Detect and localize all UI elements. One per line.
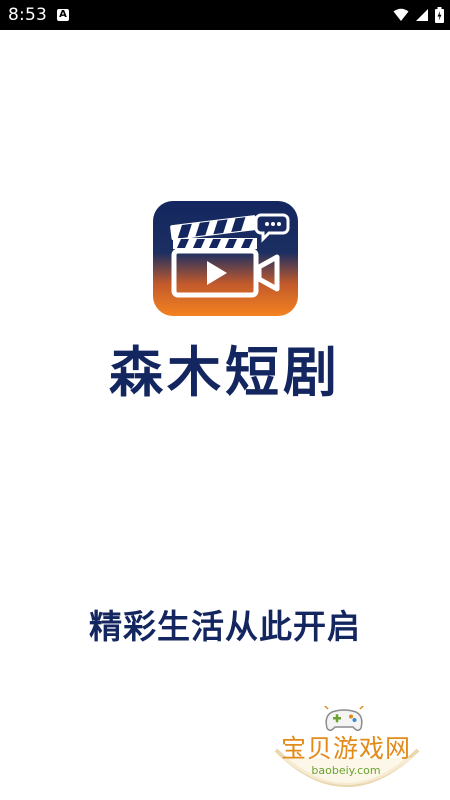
watermark-url: baobeiy.com (311, 764, 381, 777)
watermark: 宝贝游戏网 baobeiy.com (268, 700, 424, 800)
notification-icon: A (57, 9, 69, 21)
app-name: 森木短剧 (109, 341, 341, 404)
status-time: 8:53 (8, 5, 47, 25)
system-icons (393, 7, 444, 23)
status-bar: 8:53 A (0, 0, 450, 30)
gamepad-icon (324, 706, 364, 731)
watermark-text: 宝贝游戏网 (280, 734, 411, 763)
slogan: 精彩生活从此开启 (89, 607, 361, 646)
wifi-icon (393, 8, 409, 21)
clapperboard-camera-icon (153, 201, 298, 316)
battery-icon (435, 7, 444, 23)
signal-icon (416, 9, 428, 21)
app-logo (153, 201, 298, 316)
